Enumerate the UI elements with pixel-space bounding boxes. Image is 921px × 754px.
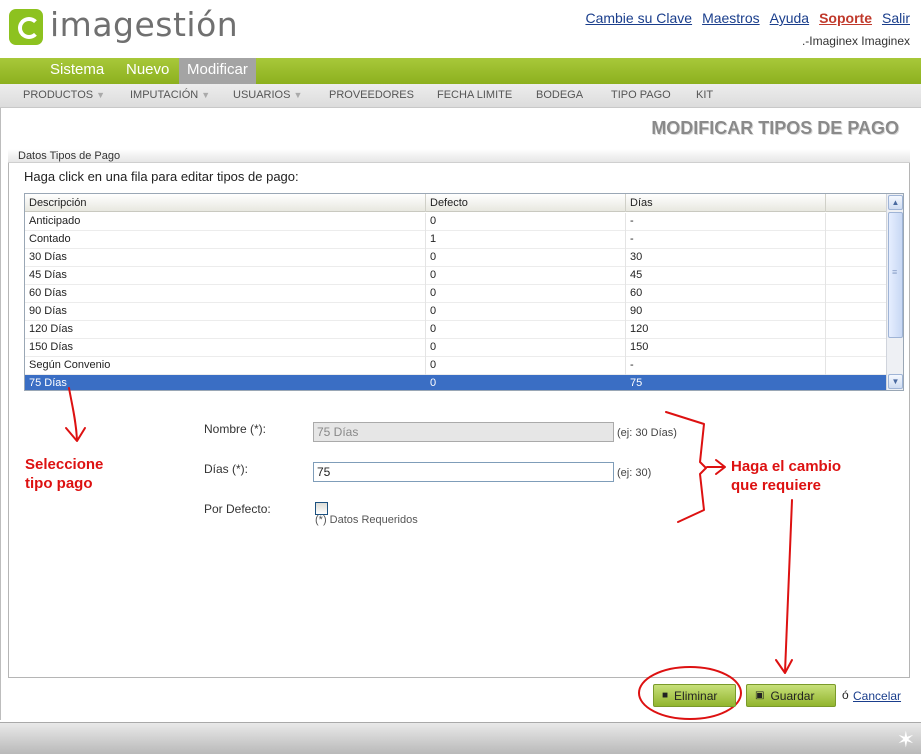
support-link[interactable]: Soporte [819, 10, 872, 26]
table-cell: 0 [426, 339, 626, 357]
grid-body: Anticipado 0- Contado 1-30 Días 0 30 45 Días 0 4… [25, 213, 887, 390]
submenu-usuarios[interactable]: USUARIOS ▼ [233, 84, 302, 107]
fieldset-legend: Datos Tipos de Pago [8, 149, 910, 163]
submenu-productos[interactable]: PRODUCTOS ▼ [23, 84, 105, 107]
main-menu: Sistema Nuevo Modificar [0, 58, 921, 84]
grid-scrollbar[interactable]: ▲ ▼ [886, 194, 903, 390]
table-cell: 75 [626, 375, 826, 390]
submenu-imputacion[interactable]: IMPUTACIÓN ▼ [130, 84, 210, 107]
table-cell: 60 Días [25, 285, 426, 303]
dias-input[interactable] [313, 462, 614, 482]
logo-text: imagestión [50, 5, 239, 44]
dias-hint: (ej: 30) [617, 467, 652, 479]
app-header: imagestión Cambie su Clave Maestros Ayud… [0, 0, 921, 58]
page-title: MODIFICAR TIPOS DE PAGO [651, 118, 899, 138]
save-button[interactable]: ▣ Guardar [746, 684, 836, 707]
dropdown-arrow-icon: ▼ [96, 90, 106, 100]
table-row[interactable]: 75 Días 0 75 [25, 375, 887, 390]
table-cell: 150 Días [25, 339, 426, 357]
cancel-link[interactable]: Cancelar [853, 689, 901, 703]
grid-header: Descripción Defecto Días [25, 194, 887, 212]
nombre-input[interactable] [313, 422, 614, 442]
or-text: ó [842, 688, 849, 702]
current-user: .-Imaginex Imaginex [801, 34, 910, 48]
scroll-thumb[interactable] [888, 212, 903, 338]
dias-label: Días (*): [204, 462, 249, 476]
table-cell: - [626, 231, 826, 249]
table-cell: - [626, 213, 826, 231]
menu-sistema[interactable]: Sistema [50, 58, 104, 84]
sub-menu: PRODUCTOS ▼ IMPUTACIÓN ▼ USUARIOS ▼ PROVEED… [0, 84, 921, 108]
table-row[interactable]: Contado 1- [25, 231, 887, 249]
trash-icon: ■ [662, 690, 669, 701]
table-row[interactable]: 90 Días 0 90 [25, 303, 887, 321]
table-cell: 75 Días [25, 375, 426, 390]
table-cell: 45 [626, 267, 826, 285]
logo-icon [9, 9, 43, 45]
table-cell: 0 [426, 213, 626, 231]
column-defecto[interactable]: Defecto [426, 194, 626, 212]
content-border [0, 108, 1, 720]
dropdown-arrow-icon: ▼ [293, 90, 303, 100]
table-row[interactable]: Según Convenio 0- [25, 357, 887, 375]
table-row[interactable]: 150 Días 0 150 [25, 339, 887, 357]
top-links: Cambie su Clave Maestros Ayuda Soporte S… [585, 10, 910, 26]
logout-link[interactable]: Salir [882, 10, 910, 26]
table-cell: 1 [426, 231, 626, 249]
defecto-label: Por Defecto: [204, 502, 271, 516]
scroll-up-icon[interactable]: ▲ [888, 195, 903, 210]
table-cell: 90 [626, 303, 826, 321]
column-dias[interactable]: Días [626, 194, 826, 212]
annotation-change: Haga el cambio que requiere [731, 458, 842, 494]
table-cell: 90 Días [25, 303, 426, 321]
table-cell: 30 Días [25, 249, 426, 267]
table-cell: 0 [426, 285, 626, 303]
table-cell: 0 [426, 357, 626, 375]
table-cell: 0 [426, 267, 626, 285]
table-cell: Según Convenio [25, 357, 426, 375]
table-cell: 45 Días [25, 267, 426, 285]
submenu-fecha-limite[interactable]: FECHA LIMITE [437, 84, 512, 107]
table-row[interactable]: 45 Días 0 45 [25, 267, 887, 285]
footer-bar: ✶ [0, 722, 921, 754]
dropdown-arrow-icon: ▼ [201, 90, 211, 100]
table-cell: 120 Días [25, 321, 426, 339]
grid-instruction: Haga click en una fila para editar tipos… [24, 169, 299, 184]
table-cell: 0 [426, 303, 626, 321]
table-cell: - [626, 357, 826, 375]
table-cell: 60 [626, 285, 826, 303]
table-row[interactable]: Anticipado 0- [25, 213, 887, 231]
table-cell: 120 [626, 321, 826, 339]
table-row[interactable]: 120 Días 0 120 [25, 321, 887, 339]
help-link[interactable]: Ayuda [770, 10, 809, 26]
nombre-hint: (ej: 30 Días) [617, 427, 677, 439]
menu-nuevo[interactable]: Nuevo [126, 58, 169, 84]
column-descripcion[interactable]: Descripción [25, 194, 426, 212]
sparkle-icon: ✶ [896, 727, 915, 752]
table-cell: 150 [626, 339, 826, 357]
menu-modificar[interactable]: Modificar [179, 58, 256, 84]
table-row[interactable]: 60 Días 0 60 [25, 285, 887, 303]
delete-button[interactable]: ■ Eliminar [653, 684, 736, 707]
required-note: (*) Datos Requeridos [315, 514, 418, 526]
table-cell: Contado [25, 231, 426, 249]
floppy-icon: ▣ [755, 690, 765, 701]
table-cell: 0 [426, 375, 626, 390]
change-password-link[interactable]: Cambie su Clave [585, 10, 692, 26]
payment-types-grid: Descripción Defecto Días Anticipado 0- Con… [24, 193, 904, 391]
masters-link[interactable]: Maestros [702, 10, 760, 26]
annotation-select: Seleccione tipo pago [25, 456, 104, 492]
table-row[interactable]: 30 Días 0 30 [25, 249, 887, 267]
table-cell: 0 [426, 321, 626, 339]
submenu-bodega[interactable]: BODEGA [536, 84, 583, 107]
scroll-down-icon[interactable]: ▼ [888, 374, 903, 389]
table-cell: 30 [626, 249, 826, 267]
table-cell: 0 [426, 249, 626, 267]
nombre-label: Nombre (*): [204, 422, 267, 436]
submenu-kit[interactable]: KIT [696, 84, 713, 107]
submenu-tipo-pago[interactable]: TIPO PAGO [611, 84, 671, 107]
submenu-proveedores[interactable]: PROVEEDORES [329, 84, 414, 107]
table-cell: Anticipado [25, 213, 426, 231]
